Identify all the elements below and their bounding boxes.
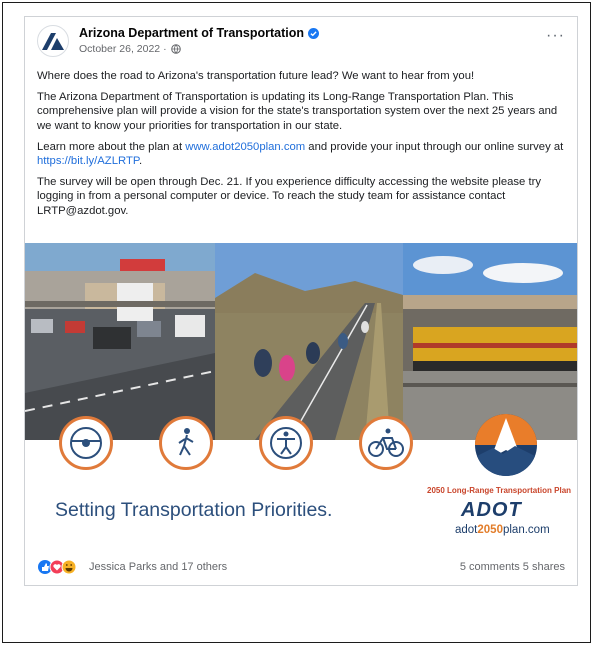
more-options-button[interactable]: ··· [546, 28, 565, 44]
post-meta: October 26, 2022 · [79, 43, 182, 57]
page-avatar[interactable] [37, 25, 69, 57]
plan-label: 2050 Long-Range Transportation Plan [427, 486, 572, 495]
pedestrian-icon [159, 416, 213, 470]
verified-badge-icon [308, 28, 320, 42]
survey-link[interactable]: https://bit.ly/AZLRTP [37, 155, 139, 167]
post-paragraph: The Arizona Department of Transportation… [37, 91, 558, 132]
post-footer: Jessica Parks and 17 others 5 comments 5… [37, 553, 565, 581]
url-part: plan.com [502, 524, 550, 536]
reaction-icons[interactable] [37, 559, 81, 575]
date-separator: · [163, 43, 167, 55]
adot-logo-icon [42, 33, 64, 50]
text-segment: . [138, 155, 143, 168]
adot-wordmark: ADOT [461, 499, 522, 521]
reactors-text[interactable]: Jessica Parks and 17 others [89, 561, 227, 573]
cyclists-photo [215, 243, 403, 440]
facebook-post: Arizona Department of Transportation Oct… [24, 16, 578, 586]
post-paragraph: Where does the road to Arizona's transpo… [37, 70, 475, 82]
post-text: Where does the road to Arizona's transpo… [37, 69, 567, 225]
post-paragraph: Learn more about the plan at www.adot205… [37, 140, 567, 168]
post-date[interactable]: October 26, 2022 [79, 43, 160, 55]
text-segment: Learn more about the plan at [37, 140, 186, 153]
plan-url: adot2050plan.com [455, 524, 550, 536]
haha-icon [61, 559, 77, 575]
bicycle-icon [359, 416, 413, 470]
post-header: Arizona Department of Transportation Oct… [37, 25, 565, 59]
steering-wheel-icon [59, 416, 113, 470]
post-paragraph: The survey will be open through Dec. 21.… [37, 176, 542, 217]
url-accent: 2050 [477, 524, 503, 536]
plan-website-link[interactable]: www.adot2050plan.com [185, 141, 305, 153]
adot-2050-logo-icon [473, 412, 539, 478]
accessibility-icon [259, 416, 313, 470]
post-image[interactable]: Setting Transportation Priorities. 2050 … [25, 243, 577, 548]
page-name-text[interactable]: Arizona Department of Transportation [79, 26, 304, 40]
train-photo [403, 243, 577, 440]
text-segment: and provide your input through our onlin… [305, 140, 564, 153]
page-name[interactable]: Arizona Department of Transportation [79, 26, 320, 42]
highway-photo [25, 243, 215, 440]
globe-icon [171, 44, 182, 57]
url-part: adot [455, 524, 478, 536]
graphic-headline: Setting Transportation Priorities. [55, 499, 333, 521]
comments-shares-count[interactable]: 5 comments 5 shares [460, 561, 565, 573]
